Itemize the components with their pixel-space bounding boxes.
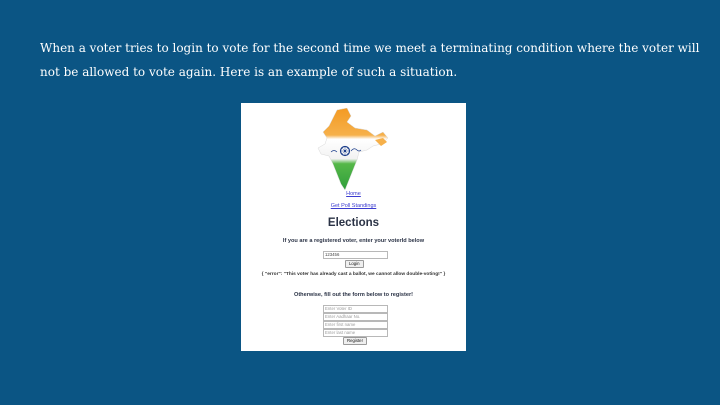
- page-title: Elections: [327, 217, 380, 229]
- last-name-input[interactable]: Enter last name: [323, 329, 388, 337]
- slide-description: When a voter tries to login to vote for …: [40, 41, 700, 79]
- aadhaar-input[interactable]: Enter Aadhaar No.: [323, 313, 388, 321]
- error-message: { "error": "This voter has already cast …: [261, 272, 446, 277]
- login-button[interactable]: Login: [345, 260, 364, 268]
- register-prompt: Otherwise, fill out the form below to re…: [293, 292, 414, 298]
- app-screenshot: Home Get Poll Standings Elections If you…: [241, 103, 466, 351]
- register-button[interactable]: Register: [343, 337, 368, 345]
- login-prompt: If you are a registered voter, enter you…: [282, 238, 425, 244]
- register-voter-id-input[interactable]: Enter Voter ID: [323, 305, 388, 313]
- first-name-input[interactable]: Enter first name: [323, 321, 388, 329]
- home-link[interactable]: Home: [241, 191, 466, 197]
- poll-standings-link[interactable]: Get Poll Standings: [241, 203, 466, 209]
- india-flag-map-logo: [317, 108, 389, 191]
- voter-id-login-input[interactable]: 123456: [323, 251, 388, 259]
